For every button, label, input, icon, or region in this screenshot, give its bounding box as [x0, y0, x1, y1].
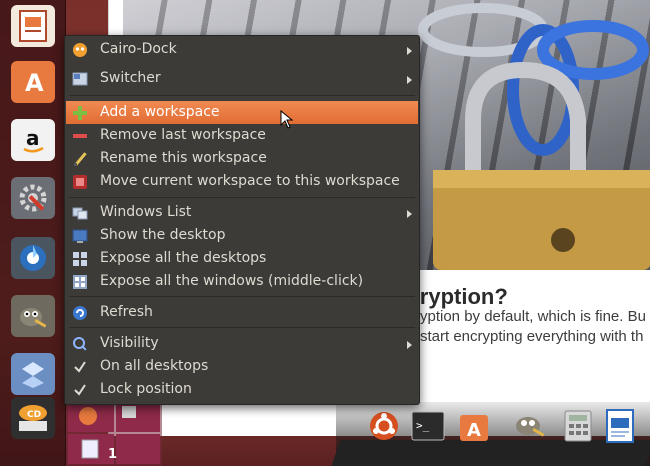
launcher-item-impress[interactable]: [6, 2, 60, 50]
expose-windows-icon: [72, 274, 88, 290]
menu-label: Show the desktop: [100, 227, 226, 243]
terminal-icon: >_: [411, 411, 445, 441]
menu-item-rename-workspace[interactable]: Rename this workspace: [66, 147, 418, 170]
menu-item-expose-desktops[interactable]: Expose all the desktops: [66, 247, 418, 270]
menu-item-move-workspace[interactable]: Move current workspace to this workspace: [66, 170, 418, 193]
menu-item-add-workspace[interactable]: Add a workspace: [66, 101, 418, 124]
checkmark-icon: [72, 359, 88, 375]
submenu-arrow-icon: [407, 76, 412, 84]
ubuntu-icon: [370, 412, 398, 440]
menu-item-visibility[interactable]: Visibility: [66, 332, 418, 355]
svg-text:a: a: [26, 126, 40, 150]
writer-icon: [606, 409, 634, 443]
menu-item-expose-windows[interactable]: Expose all the windows (middle-click): [66, 270, 418, 293]
calculator-icon: [564, 410, 592, 442]
menu-label: Rename this workspace: [100, 150, 267, 166]
menu-label: Move current workspace to this workspace: [100, 173, 400, 189]
menu-separator: [69, 197, 415, 198]
menu-label: Add a workspace: [100, 104, 220, 120]
dock-item-writer[interactable]: [600, 406, 640, 446]
svg-text:CD: CD: [27, 410, 41, 420]
cairo-dock-icon: CD: [11, 397, 55, 439]
menu-label: Visibility: [100, 335, 159, 351]
menu-label: Expose all the windows (middle-click): [100, 273, 364, 289]
checkmark-icon: [72, 382, 88, 398]
cairo-dock-icon: [72, 42, 88, 58]
dock-item-ubuntu[interactable]: [364, 406, 404, 446]
show-desktop-icon: [72, 228, 88, 244]
visibility-icon: [72, 336, 88, 352]
refresh-icon: [72, 305, 88, 321]
menu-item-cairo-dock[interactable]: Cairo-Dock: [66, 38, 418, 61]
menu-item-lock-position[interactable]: Lock position: [66, 378, 418, 401]
dock-item-gimp[interactable]: [510, 406, 550, 446]
launcher-item-system-settings[interactable]: [6, 174, 60, 222]
menu-separator: [69, 327, 415, 328]
workspace-number: 1: [108, 447, 118, 462]
pencil-icon: [72, 151, 88, 167]
menu-label: Expose all the desktops: [100, 250, 267, 266]
windows-list-icon: [72, 205, 88, 221]
menu-item-remove-workspace[interactable]: Remove last workspace: [66, 124, 418, 147]
submenu-arrow-icon: [407, 210, 412, 218]
submenu-arrow-icon: [407, 341, 412, 349]
software-center-icon: A: [460, 415, 488, 441]
switcher-icon: [72, 71, 88, 87]
menu-label: Refresh: [100, 304, 153, 320]
gimp-icon: [11, 295, 55, 337]
gimp-icon: [516, 417, 545, 437]
dock-context-menu: Cairo-Dock Switcher Add a workspace Remo…: [64, 35, 420, 405]
menu-item-windows-list[interactable]: Windows List: [66, 201, 418, 224]
amazon-icon: a: [11, 119, 55, 161]
menu-separator: [69, 296, 415, 297]
dock-item-terminal[interactable]: >_: [408, 406, 448, 446]
dock-item-software-center[interactable]: A: [454, 406, 494, 446]
menu-label: Switcher: [100, 70, 161, 86]
move-workspace-icon: [72, 174, 88, 190]
system-settings-icon: [11, 177, 55, 219]
svg-text:>_: >_: [416, 419, 430, 432]
menu-label: Lock position: [100, 381, 192, 397]
menu-item-switcher[interactable]: Switcher: [66, 67, 418, 90]
menu-label: Cairo-Dock: [100, 41, 177, 57]
shotwell-icon: [11, 237, 55, 279]
article-text-line: start encrypting everything with th: [420, 328, 644, 345]
minus-icon: [72, 128, 88, 144]
menu-item-on-all-desktops[interactable]: On all desktops: [66, 355, 418, 378]
launcher-item-cairo-dock[interactable]: CD: [6, 394, 60, 442]
launcher-item-dropbox[interactable]: [6, 350, 60, 398]
expose-desktops-icon: [72, 251, 88, 267]
dropbox-icon: [11, 353, 55, 395]
launcher-item-amazon[interactable]: a: [6, 116, 60, 164]
svg-text:A: A: [25, 69, 44, 97]
submenu-arrow-icon: [407, 47, 412, 55]
menu-label: On all desktops: [100, 358, 209, 374]
menu-separator: [69, 95, 415, 96]
menu-label: Windows List: [100, 204, 192, 220]
launcher-item-software-center[interactable]: A: [6, 58, 60, 106]
dock-item-calculator[interactable]: [558, 406, 598, 446]
svg-text:A: A: [467, 420, 481, 441]
article-text-line: yption by default, which is fine. Bu: [420, 308, 646, 325]
software-center-icon: A: [11, 61, 55, 103]
plus-icon: [72, 105, 88, 121]
launcher-item-gimp[interactable]: [6, 292, 60, 340]
launcher-item-shotwell[interactable]: [6, 234, 60, 282]
impress-icon: [11, 5, 55, 47]
menu-item-refresh[interactable]: Refresh: [66, 301, 418, 324]
menu-label: Remove last workspace: [100, 127, 266, 143]
mouse-cursor-icon: [280, 110, 294, 129]
menu-item-show-desktop[interactable]: Show the desktop: [66, 224, 418, 247]
launcher: A a CD: [0, 0, 66, 466]
